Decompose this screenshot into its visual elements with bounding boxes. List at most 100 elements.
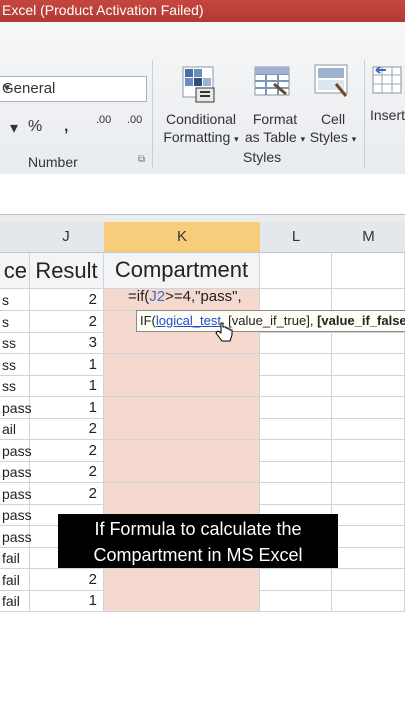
tooltip-value-if-true: , [value_if_true], [220,313,318,328]
cell-status[interactable]: pass [0,504,32,526]
number-group-label: Number [28,154,78,170]
cell-status[interactable]: ail [0,418,30,440]
group-divider [364,60,365,168]
cell-compartment[interactable] [104,483,260,505]
dialog-launcher-icon[interactable]: ⧉ [138,154,145,165]
hand-cursor-icon [215,322,233,349]
cell-status[interactable]: ss [0,332,30,354]
empty-cell[interactable] [260,590,332,612]
cell-result[interactable]: 1 [30,590,104,612]
comma-style-button[interactable]: , [64,118,68,136]
cell-result[interactable]: 2 [30,289,104,311]
column-header-i[interactable] [0,222,29,253]
styles-group-label: Styles [243,149,282,165]
empty-cell[interactable] [332,461,405,483]
header-cell-i[interactable]: ce [0,253,30,289]
format-as-table-button[interactable]: Format as Table ▾ [244,110,306,148]
empty-cell[interactable] [260,375,332,397]
empty-cell[interactable] [332,590,405,612]
empty-cell[interactable] [332,440,405,462]
empty-cell[interactable] [332,418,405,440]
tooltip-value-if-false: [value_if_false]) [317,313,405,328]
empty-cell[interactable] [332,547,405,569]
insert-button[interactable]: Insert [370,106,405,124]
format-as-table-icon [254,66,290,103]
cell-status[interactable]: s [0,311,30,333]
empty-cell[interactable] [260,461,332,483]
cell-compartment[interactable] [104,418,260,440]
empty-cell[interactable] [332,289,405,311]
active-cell-formula[interactable]: =if(J2>=4,"pass", [128,288,242,305]
cell-compartment[interactable] [104,354,260,376]
empty-cell[interactable] [260,332,332,354]
cell-status[interactable]: pass [0,440,32,462]
cell-compartment[interactable] [104,440,260,462]
cell-status[interactable]: pass [0,461,32,483]
empty-cell[interactable] [260,418,332,440]
cell-result[interactable]: 1 [30,375,104,397]
cell-status[interactable]: ss [0,354,30,376]
formula-bar[interactable] [0,174,405,215]
conditional-formatting-label-1: Conditional [165,111,237,127]
header-cell-result[interactable]: Result [30,253,104,289]
cell-compartment[interactable] [104,461,260,483]
cell-status[interactable]: pass [0,397,32,419]
cell-result[interactable]: 2 [30,440,104,462]
cell-styles-label-1: Cell [320,111,346,127]
empty-cell[interactable] [332,354,405,376]
empty-cell[interactable] [260,253,332,289]
empty-cell[interactable] [260,440,332,462]
empty-cell[interactable] [332,569,405,591]
percent-style-button[interactable]: % [28,118,42,136]
empty-cell[interactable] [260,397,332,419]
cell-result[interactable]: 2 [30,418,104,440]
cell-status[interactable]: fail [0,590,30,612]
cell-status[interactable]: fail [0,569,30,591]
column-header-m[interactable]: M [332,222,405,253]
empty-cell[interactable] [332,526,405,548]
cell-result[interactable]: 2 [30,569,104,591]
cell-status[interactable]: ss [0,375,30,397]
increase-decimal-button[interactable]: .00 [96,114,111,126]
cell-result[interactable]: 1 [30,397,104,419]
cell-status[interactable]: pass [0,483,32,505]
empty-cell[interactable] [332,483,405,505]
empty-cell[interactable] [332,397,405,419]
decrease-decimal-button[interactable]: .00 [127,114,142,126]
format-as-table-label-1: Format [252,111,298,127]
conditional-formatting-button[interactable]: Conditional Formatting ▾ [160,110,242,148]
column-header-l[interactable]: L [260,222,333,253]
cell-compartment[interactable] [104,332,260,354]
empty-cell[interactable] [332,375,405,397]
video-caption: If Formula to calculate the Compartment … [58,514,338,568]
conditional-formatting-label-2: Formatting ▾ [163,129,239,145]
caption-line-1: If Formula to calculate the [94,519,302,539]
cell-result[interactable]: 2 [30,311,104,333]
cell-result[interactable]: 1 [30,354,104,376]
cell-compartment[interactable] [104,375,260,397]
empty-cell[interactable] [260,354,332,376]
empty-cell[interactable] [260,483,332,505]
header-cell-compartment[interactable]: Compartment [104,253,260,289]
cell-styles-button[interactable]: Cell Styles ▾ [306,110,360,148]
cell-status[interactable]: pass [0,526,32,548]
cell-status[interactable]: fail [0,547,30,569]
empty-cell[interactable] [332,253,405,289]
cell-compartment[interactable] [104,569,260,591]
tooltip-logical-test-link[interactable]: logical_test [156,313,221,328]
cell-status[interactable]: s [0,289,30,311]
cell-compartment[interactable] [104,590,260,612]
column-header-k[interactable]: K [104,222,261,253]
cell-compartment[interactable] [104,397,260,419]
cell-result[interactable]: 2 [30,461,104,483]
column-header-j[interactable]: J [28,222,105,253]
empty-cell[interactable] [332,504,405,526]
number-format-select[interactable]: General ▼ [0,76,147,102]
cell-result[interactable]: 2 [30,483,104,505]
cell-result[interactable]: 3 [30,332,104,354]
empty-cell[interactable] [332,332,405,354]
title-bar: Excel (Product Activation Failed) [0,0,405,22]
empty-cell[interactable] [260,569,332,591]
empty-cell[interactable] [260,289,332,311]
chevron-down-icon[interactable]: ▾ [10,118,18,138]
